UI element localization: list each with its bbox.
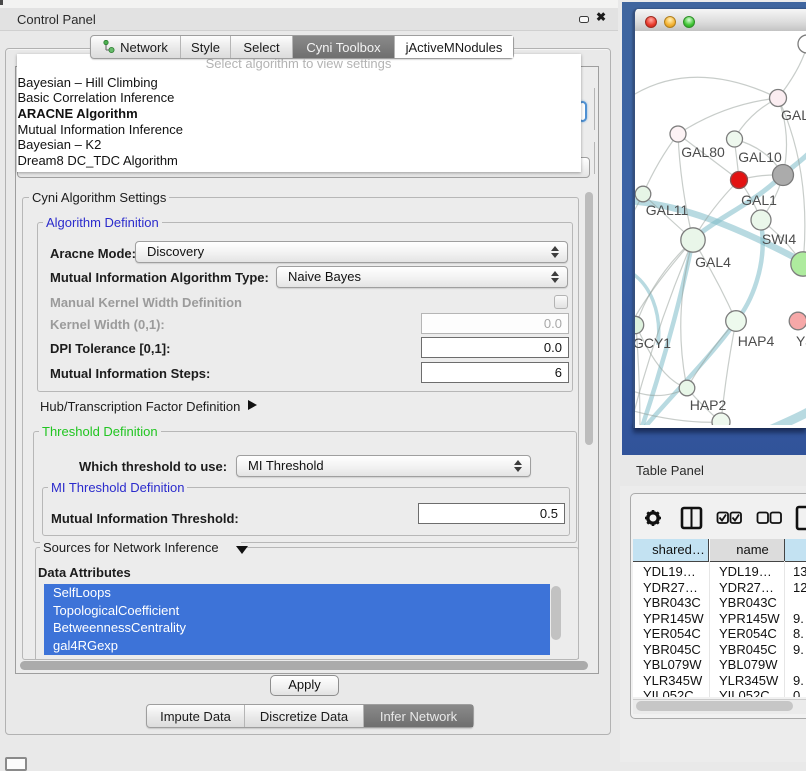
- svg-text:GCY1: GCY1: [635, 335, 671, 351]
- svg-text:HAP2: HAP2: [690, 397, 727, 413]
- svg-text:HAP4: HAP4: [738, 333, 775, 349]
- svg-text:GAL1: GAL1: [741, 192, 777, 208]
- svg-text:GAL80: GAL80: [681, 144, 725, 160]
- svg-text:GAL10: GAL10: [738, 149, 782, 165]
- svg-text:SWI4: SWI4: [762, 231, 796, 247]
- svg-text:GAL11: GAL11: [646, 202, 689, 218]
- svg-text:GAL4: GAL4: [695, 254, 731, 270]
- svg-text:GAL2: GAL2: [781, 107, 806, 123]
- svg-text:YJL0: YJL0: [796, 333, 806, 349]
